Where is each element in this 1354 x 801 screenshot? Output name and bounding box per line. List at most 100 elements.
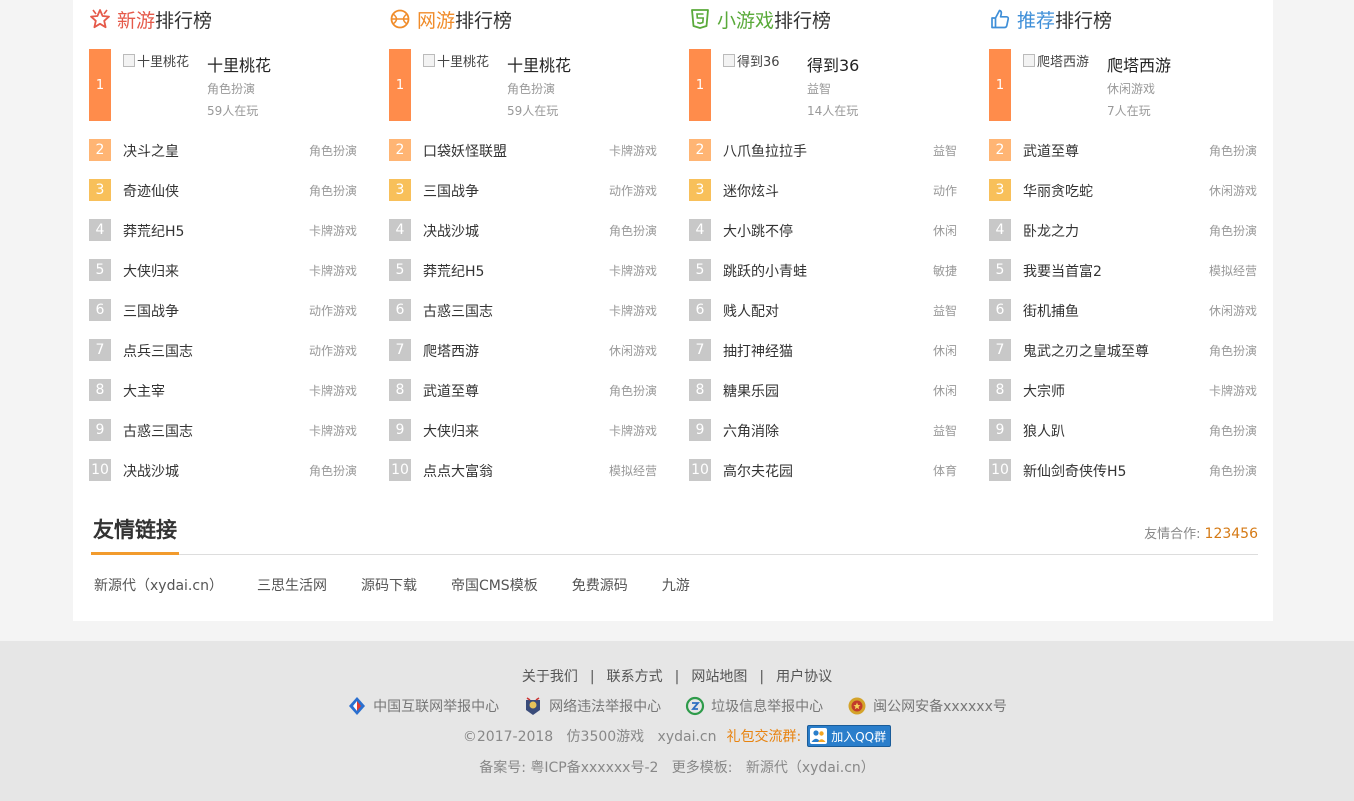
footer-link-agreement[interactable]: 用户协议 (776, 669, 832, 685)
ranking-row[interactable]: 8 大宗师 卡牌游戏 (989, 379, 1259, 401)
ranking-row[interactable]: 2 八爪鱼拉拉手 益智 (689, 139, 959, 161)
top-game-name[interactable]: 十里桃花 (507, 52, 571, 76)
game-thumbnail[interactable]: 十里桃花 (423, 51, 503, 119)
ranking-row[interactable]: 9 古惑三国志 卡牌游戏 (89, 419, 359, 441)
game-name-link[interactable]: 狼人趴 (1023, 421, 1065, 441)
ranking-row[interactable]: 3 奇迹仙侠 角色扮演 (89, 179, 359, 201)
ranking-row[interactable]: 9 大侠归来 卡牌游戏 (389, 419, 659, 441)
game-name-link[interactable]: 大主宰 (123, 381, 165, 401)
friend-link[interactable]: 源码下载 (361, 575, 417, 595)
game-name-link[interactable]: 高尔夫花园 (723, 461, 793, 481)
game-name-link[interactable]: 爬塔西游 (423, 341, 479, 361)
friend-link[interactable]: 九游 (662, 575, 690, 595)
game-name-link[interactable]: 点点大富翁 (423, 461, 493, 481)
ranking-row[interactable]: 8 大主宰 卡牌游戏 (89, 379, 359, 401)
game-thumbnail[interactable]: 得到36 (723, 51, 803, 119)
ranking-row[interactable]: 6 街机捕鱼 休闲游戏 (989, 299, 1259, 321)
footer-link-contact[interactable]: 联系方式 (607, 669, 663, 685)
game-name-link[interactable]: 六角消除 (723, 421, 779, 441)
ranking-row[interactable]: 7 点兵三国志 动作游戏 (89, 339, 359, 361)
report-link-illegal[interactable]: 网络违法举报中心 (523, 696, 661, 716)
top-ranked-game[interactable]: 1 爬塔西游 爬塔西游 休闲游戏 7人在玩 (989, 49, 1259, 121)
report-link-police[interactable]: 闽公网安备xxxxxx号 (847, 696, 1007, 716)
ranking-row[interactable]: 5 大侠归来 卡牌游戏 (89, 259, 359, 281)
ranking-row[interactable]: 5 莽荒纪H5 卡牌游戏 (389, 259, 659, 281)
report-link-spam[interactable]: 垃圾信息举报中心 (685, 696, 823, 716)
ranking-row[interactable]: 2 口袋妖怪联盟 卡牌游戏 (389, 139, 659, 161)
game-name-link[interactable]: 卧龙之力 (1023, 221, 1079, 241)
ranking-row[interactable]: 10 新仙剑奇侠传H5 角色扮演 (989, 459, 1259, 481)
game-name-link[interactable]: 鬼武之刃之皇城至尊 (1023, 341, 1149, 361)
top-ranked-game[interactable]: 1 得到36 得到36 益智 14人在玩 (689, 49, 959, 121)
top-game-name[interactable]: 爬塔西游 (1107, 52, 1171, 76)
game-name-link[interactable]: 古惑三国志 (123, 421, 193, 441)
top-ranked-game[interactable]: 1 十里桃花 十里桃花 角色扮演 59人在玩 (389, 49, 659, 121)
game-name-link[interactable]: 莽荒纪H5 (123, 221, 184, 241)
ranking-row[interactable]: 10 点点大富翁 模拟经营 (389, 459, 659, 481)
top-game-name[interactable]: 得到36 (807, 52, 859, 76)
ranking-row[interactable]: 4 决战沙城 角色扮演 (389, 219, 659, 241)
ranking-row[interactable]: 9 六角消除 益智 (689, 419, 959, 441)
ranking-row[interactable]: 3 迷你炫斗 动作 (689, 179, 959, 201)
ranking-row[interactable]: 7 抽打神经猫 休闲 (689, 339, 959, 361)
game-name-link[interactable]: 武道至尊 (423, 381, 479, 401)
game-name-link[interactable]: 贱人配对 (723, 301, 779, 321)
footer-link-sitemap[interactable]: 网站地图 (691, 669, 747, 685)
game-name-link[interactable]: 三国战争 (123, 301, 179, 321)
ranking-row[interactable]: 10 决战沙城 角色扮演 (89, 459, 359, 481)
game-name-link[interactable]: 大小跳不停 (723, 221, 793, 241)
top-game-name[interactable]: 十里桃花 (207, 52, 271, 76)
game-name-link[interactable]: 决斗之皇 (123, 141, 179, 161)
ranking-row[interactable]: 10 高尔夫花园 体育 (689, 459, 959, 481)
ranking-row[interactable]: 5 我要当首富2 模拟经营 (989, 259, 1259, 281)
ranking-row[interactable]: 6 古惑三国志 卡牌游戏 (389, 299, 659, 321)
join-qq-group-button[interactable]: 加入QQ群 (807, 725, 892, 747)
ranking-row[interactable]: 2 武道至尊 角色扮演 (989, 139, 1259, 161)
footer-link-about[interactable]: 关于我们 (522, 669, 578, 685)
report-link-internet[interactable]: 中国互联网举报中心 (347, 696, 499, 716)
cooperation-value[interactable]: 123456 (1205, 526, 1258, 542)
game-name-link[interactable]: 我要当首富2 (1023, 261, 1102, 281)
ranking-row[interactable]: 8 武道至尊 角色扮演 (389, 379, 659, 401)
game-name-link[interactable]: 八爪鱼拉拉手 (723, 141, 807, 161)
game-thumbnail[interactable]: 爬塔西游 (1023, 51, 1103, 119)
game-name-link[interactable]: 跳跃的小青蛙 (723, 261, 807, 281)
game-name-link[interactable]: 口袋妖怪联盟 (423, 141, 507, 161)
ranking-row[interactable]: 7 爬塔西游 休闲游戏 (389, 339, 659, 361)
friend-link[interactable]: 三思生活网 (257, 575, 327, 595)
game-name-link[interactable]: 迷你炫斗 (723, 181, 779, 201)
game-name-link[interactable]: 武道至尊 (1023, 141, 1079, 161)
friend-link[interactable]: 新源代（xydai.cn） (94, 575, 223, 595)
game-name-link[interactable]: 大侠归来 (123, 261, 179, 281)
game-name-link[interactable]: 抽打神经猫 (723, 341, 793, 361)
ranking-row[interactable]: 3 三国战争 动作游戏 (389, 179, 659, 201)
game-name-link[interactable]: 华丽贪吃蛇 (1023, 181, 1093, 201)
game-name-link[interactable]: 大侠归来 (423, 421, 479, 441)
game-name-link[interactable]: 点兵三国志 (123, 341, 193, 361)
ranking-row[interactable]: 4 莽荒纪H5 卡牌游戏 (89, 219, 359, 241)
game-name-link[interactable]: 决战沙城 (123, 461, 179, 481)
game-name-link[interactable]: 新仙剑奇侠传H5 (1023, 461, 1126, 481)
game-name-link[interactable]: 莽荒纪H5 (423, 261, 484, 281)
game-thumbnail[interactable]: 十里桃花 (123, 51, 203, 119)
ranking-row[interactable]: 8 糖果乐园 休闲 (689, 379, 959, 401)
friend-link[interactable]: 帝国CMS模板 (451, 575, 538, 595)
ranking-row[interactable]: 3 华丽贪吃蛇 休闲游戏 (989, 179, 1259, 201)
top-ranked-game[interactable]: 1 十里桃花 十里桃花 角色扮演 59人在玩 (89, 49, 359, 121)
ranking-row[interactable]: 6 贱人配对 益智 (689, 299, 959, 321)
ranking-row[interactable]: 5 跳跃的小青蛙 敏捷 (689, 259, 959, 281)
ranking-row[interactable]: 2 决斗之皇 角色扮演 (89, 139, 359, 161)
game-name-link[interactable]: 古惑三国志 (423, 301, 493, 321)
game-name-link[interactable]: 大宗师 (1023, 381, 1065, 401)
game-name-link[interactable]: 奇迹仙侠 (123, 181, 179, 201)
game-name-link[interactable]: 糖果乐园 (723, 381, 779, 401)
ranking-row[interactable]: 7 鬼武之刃之皇城至尊 角色扮演 (989, 339, 1259, 361)
friend-link[interactable]: 免费源码 (572, 575, 628, 595)
ranking-row[interactable]: 9 狼人趴 角色扮演 (989, 419, 1259, 441)
game-name-link[interactable]: 三国战争 (423, 181, 479, 201)
game-name-link[interactable]: 决战沙城 (423, 221, 479, 241)
game-name-link[interactable]: 街机捕鱼 (1023, 301, 1079, 321)
ranking-row[interactable]: 4 大小跳不停 休闲 (689, 219, 959, 241)
ranking-row[interactable]: 4 卧龙之力 角色扮演 (989, 219, 1259, 241)
ranking-row[interactable]: 6 三国战争 动作游戏 (89, 299, 359, 321)
